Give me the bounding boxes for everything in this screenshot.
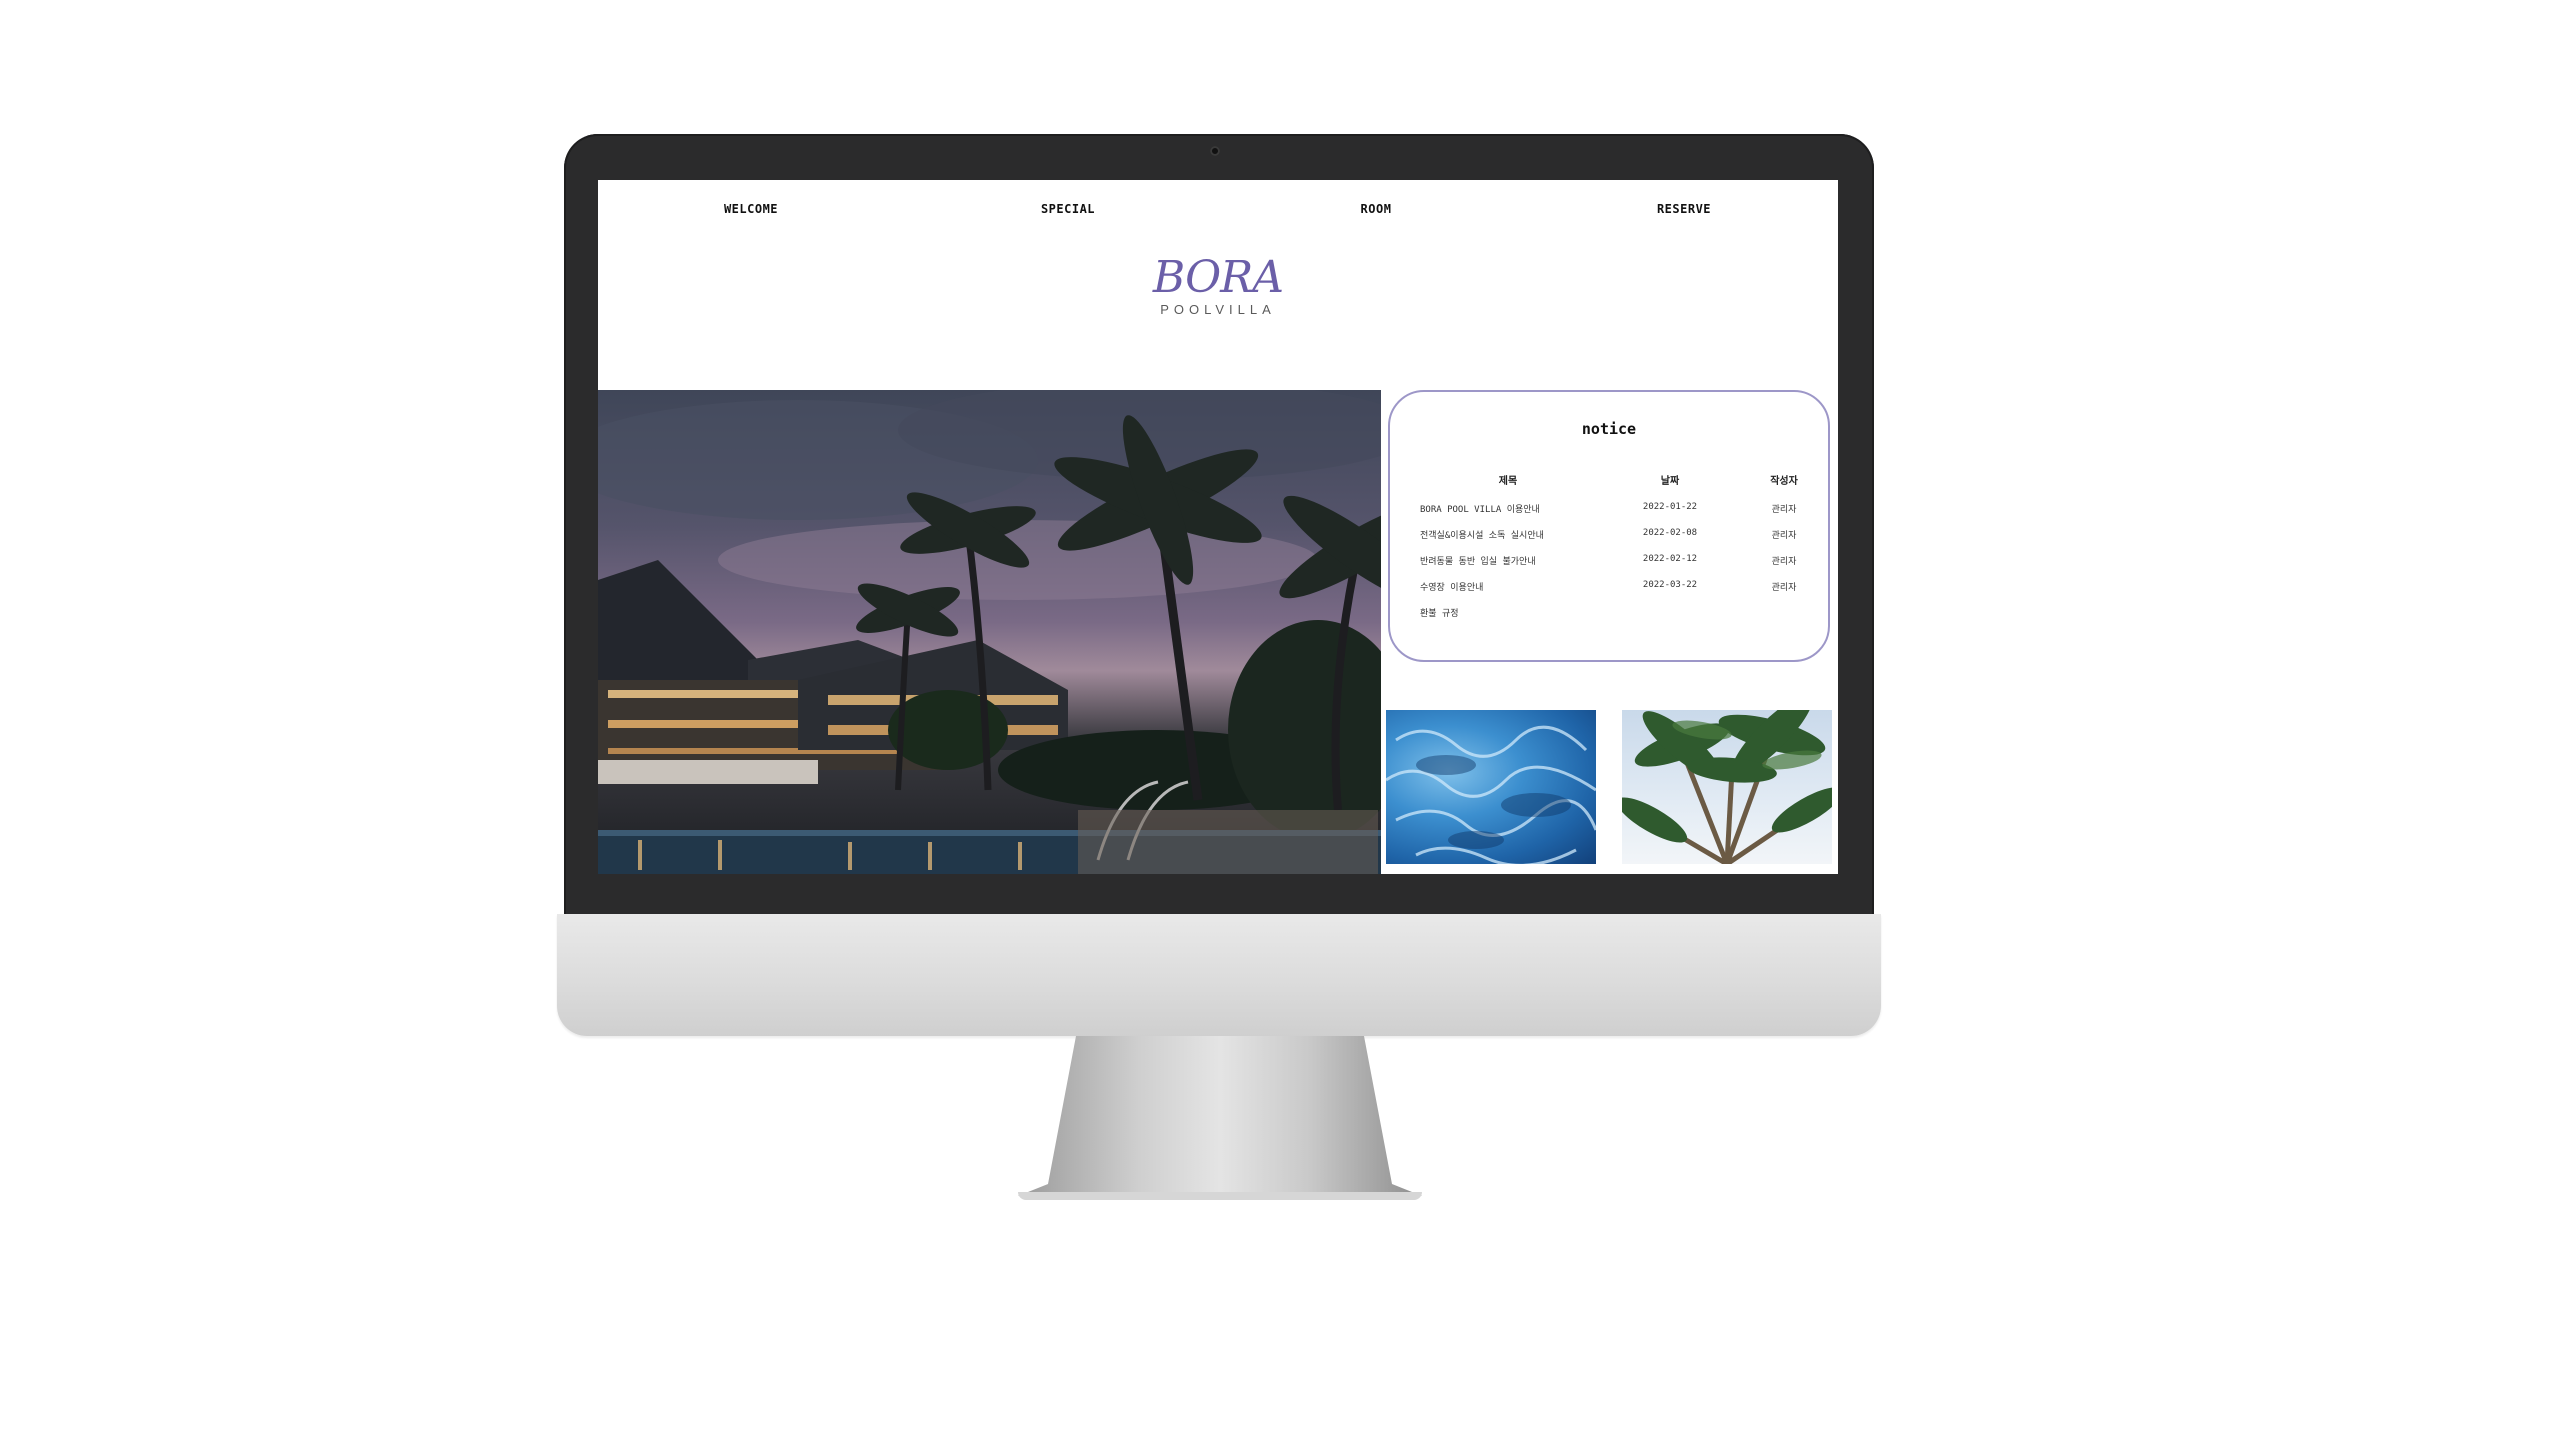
notice-row-date: 2022-02-12 xyxy=(1642,554,1698,564)
notice-row-title: 수영장 이용안내 xyxy=(1420,583,1484,593)
logo-wordmark: BORA xyxy=(1152,252,1284,303)
pool-water-image[interactable] xyxy=(1386,710,1596,864)
notice-board: notice 제목 날짜 작성자 BORA POOL VILLA 이용안내 20… xyxy=(1388,390,1830,662)
notice-row-title: 반려동물 동반 입실 불가안내 xyxy=(1420,557,1536,567)
notice-row[interactable]: 반려동물 동반 입실 불가안내 2022-02-12 관리자 xyxy=(1390,554,1828,576)
notice-row-author: 관리자 xyxy=(1771,531,1797,541)
stage: WELCOME SPECIAL ROOM RESERVE BORA POOLVI… xyxy=(0,0,2560,1440)
logo-subtitle: POOLVILLA xyxy=(1160,302,1276,317)
hero-resort-image xyxy=(598,390,1381,874)
notice-row[interactable]: BORA POOL VILLA 이용안내 2022-01-22 관리자 xyxy=(1390,502,1828,524)
camera-dot xyxy=(1210,146,1220,156)
nav-reserve[interactable]: RESERVE xyxy=(1657,202,1711,216)
header-date: 날짜 xyxy=(1660,476,1680,487)
notice-title: notice xyxy=(1581,420,1637,438)
nav-room[interactable]: ROOM xyxy=(1361,202,1392,216)
notice-row[interactable]: 환불 규정 xyxy=(1390,606,1828,628)
website-screen: WELCOME SPECIAL ROOM RESERVE BORA POOLVI… xyxy=(598,180,1838,874)
notice-row-date: 2022-01-22 xyxy=(1642,502,1698,512)
notice-row-title: 환불 규정 xyxy=(1420,609,1459,619)
top-nav: WELCOME SPECIAL ROOM RESERVE xyxy=(598,180,1838,236)
monitor-chin xyxy=(557,914,1881,1036)
monitor-stand xyxy=(1018,1036,1422,1196)
notice-row-author: 관리자 xyxy=(1771,557,1797,567)
nav-welcome[interactable]: WELCOME xyxy=(724,202,778,216)
header-title: 제목 xyxy=(1498,476,1518,487)
notice-row-author: 관리자 xyxy=(1771,583,1797,593)
header-author: 작성자 xyxy=(1770,476,1798,487)
nav-special[interactable]: SPECIAL xyxy=(1041,202,1095,216)
notice-row[interactable]: 전객실&이용시설 소독 실시안내 2022-02-08 관리자 xyxy=(1390,528,1828,550)
site-logo[interactable]: BORA POOLVILLA xyxy=(1152,252,1284,318)
notice-row-date: 2022-02-08 xyxy=(1642,528,1698,538)
notice-row-author: 관리자 xyxy=(1771,505,1797,515)
notice-row[interactable]: 수영장 이용안내 2022-03-22 관리자 xyxy=(1390,580,1828,602)
notice-row-title: BORA POOL VILLA 이용안내 xyxy=(1420,505,1540,515)
notice-row-title: 전객실&이용시설 소독 실시안내 xyxy=(1420,531,1544,541)
stand-base xyxy=(1018,1192,1422,1200)
notice-row-date: 2022-03-22 xyxy=(1642,580,1698,590)
palm-trees-image[interactable] xyxy=(1622,710,1832,864)
